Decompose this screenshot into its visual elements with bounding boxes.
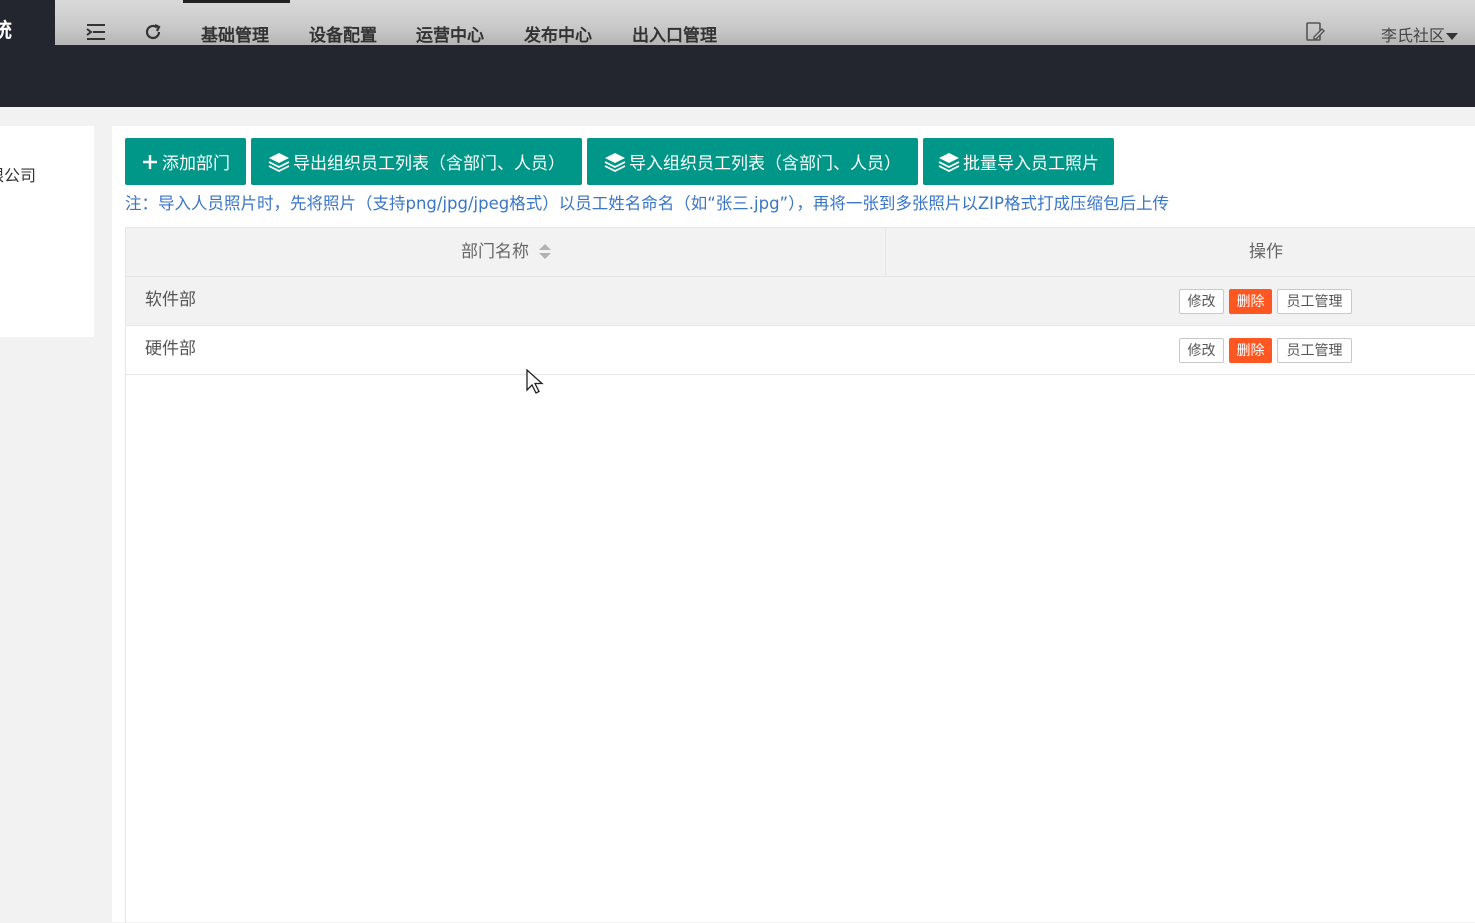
- staff-management-button[interactable]: 员工管理: [1277, 289, 1352, 314]
- refresh-icon[interactable]: [141, 20, 165, 44]
- main-content: 添加部门 导出组织员工列表（含部门、人员） 导入组织员工列表（含部门、人员） 批…: [112, 126, 1475, 923]
- import-org-button[interactable]: 导入组织员工列表（含部门、人员）: [587, 138, 918, 185]
- export-org-button[interactable]: 导出组织员工列表（含部门、人员）: [251, 138, 582, 185]
- layers-icon: [938, 152, 960, 172]
- mouse-cursor-icon: [526, 368, 544, 399]
- user-menu[interactable]: 李氏社区: [1381, 22, 1459, 46]
- delete-button[interactable]: 删除: [1229, 338, 1272, 363]
- user-name: 李氏社区: [1381, 26, 1446, 45]
- add-department-button[interactable]: 添加部门: [125, 138, 246, 185]
- table-row: 软件部 修改 删除 员工管理: [126, 277, 1475, 326]
- batch-import-photos-button[interactable]: 批量导入员工照片: [923, 138, 1114, 185]
- department-name: 硬件部: [145, 339, 196, 359]
- edit-button[interactable]: 修改: [1179, 289, 1224, 314]
- nav-entrance-management[interactable]: 出入口管理: [632, 21, 717, 46]
- menu-collapse-icon[interactable]: [84, 20, 108, 44]
- table-row: 硬件部 修改 删除 员工管理: [126, 326, 1475, 375]
- caret-down-icon: [1446, 33, 1459, 40]
- app-logo: 统: [0, 0, 55, 45]
- table-header: 部门名称 操作: [126, 228, 1475, 277]
- plus-icon: [141, 153, 159, 171]
- staff-management-button[interactable]: 员工管理: [1277, 338, 1352, 363]
- header-band: [0, 45, 1475, 107]
- nav-active-indicator: [183, 0, 290, 3]
- layers-icon: [268, 152, 290, 172]
- edit-doc-icon[interactable]: [1303, 20, 1327, 44]
- nav-device-config[interactable]: 设备配置: [309, 21, 377, 46]
- org-tree-panel: 限公司: [0, 126, 94, 337]
- nav-operations-center[interactable]: 运营中心: [416, 21, 484, 46]
- import-note: 注：导入人员照片时，先将照片（支持png/jpg/jpeg格式）以员工姓名命名（…: [125, 194, 1169, 213]
- column-header-name[interactable]: 部门名称: [126, 228, 886, 276]
- delete-button[interactable]: 删除: [1229, 289, 1272, 314]
- tree-node-company[interactable]: 限公司: [0, 162, 36, 186]
- sort-icon[interactable]: [539, 243, 551, 261]
- department-table: 部门名称 操作 软件部 修改 删除 员工管理 硬件部 修改 删除 员工管理: [125, 227, 1475, 923]
- column-header-actions: 操作: [1249, 242, 1283, 262]
- edit-button[interactable]: 修改: [1179, 338, 1224, 363]
- department-name: 软件部: [145, 290, 196, 310]
- layers-icon: [604, 152, 626, 172]
- nav-basic-management[interactable]: 基础管理: [201, 21, 269, 46]
- nav-publish-center[interactable]: 发布中心: [524, 21, 592, 46]
- top-nav-bar: 统 基础管理 设备配置 运营中心 发布中心 出入口管理 李氏社区: [0, 0, 1475, 46]
